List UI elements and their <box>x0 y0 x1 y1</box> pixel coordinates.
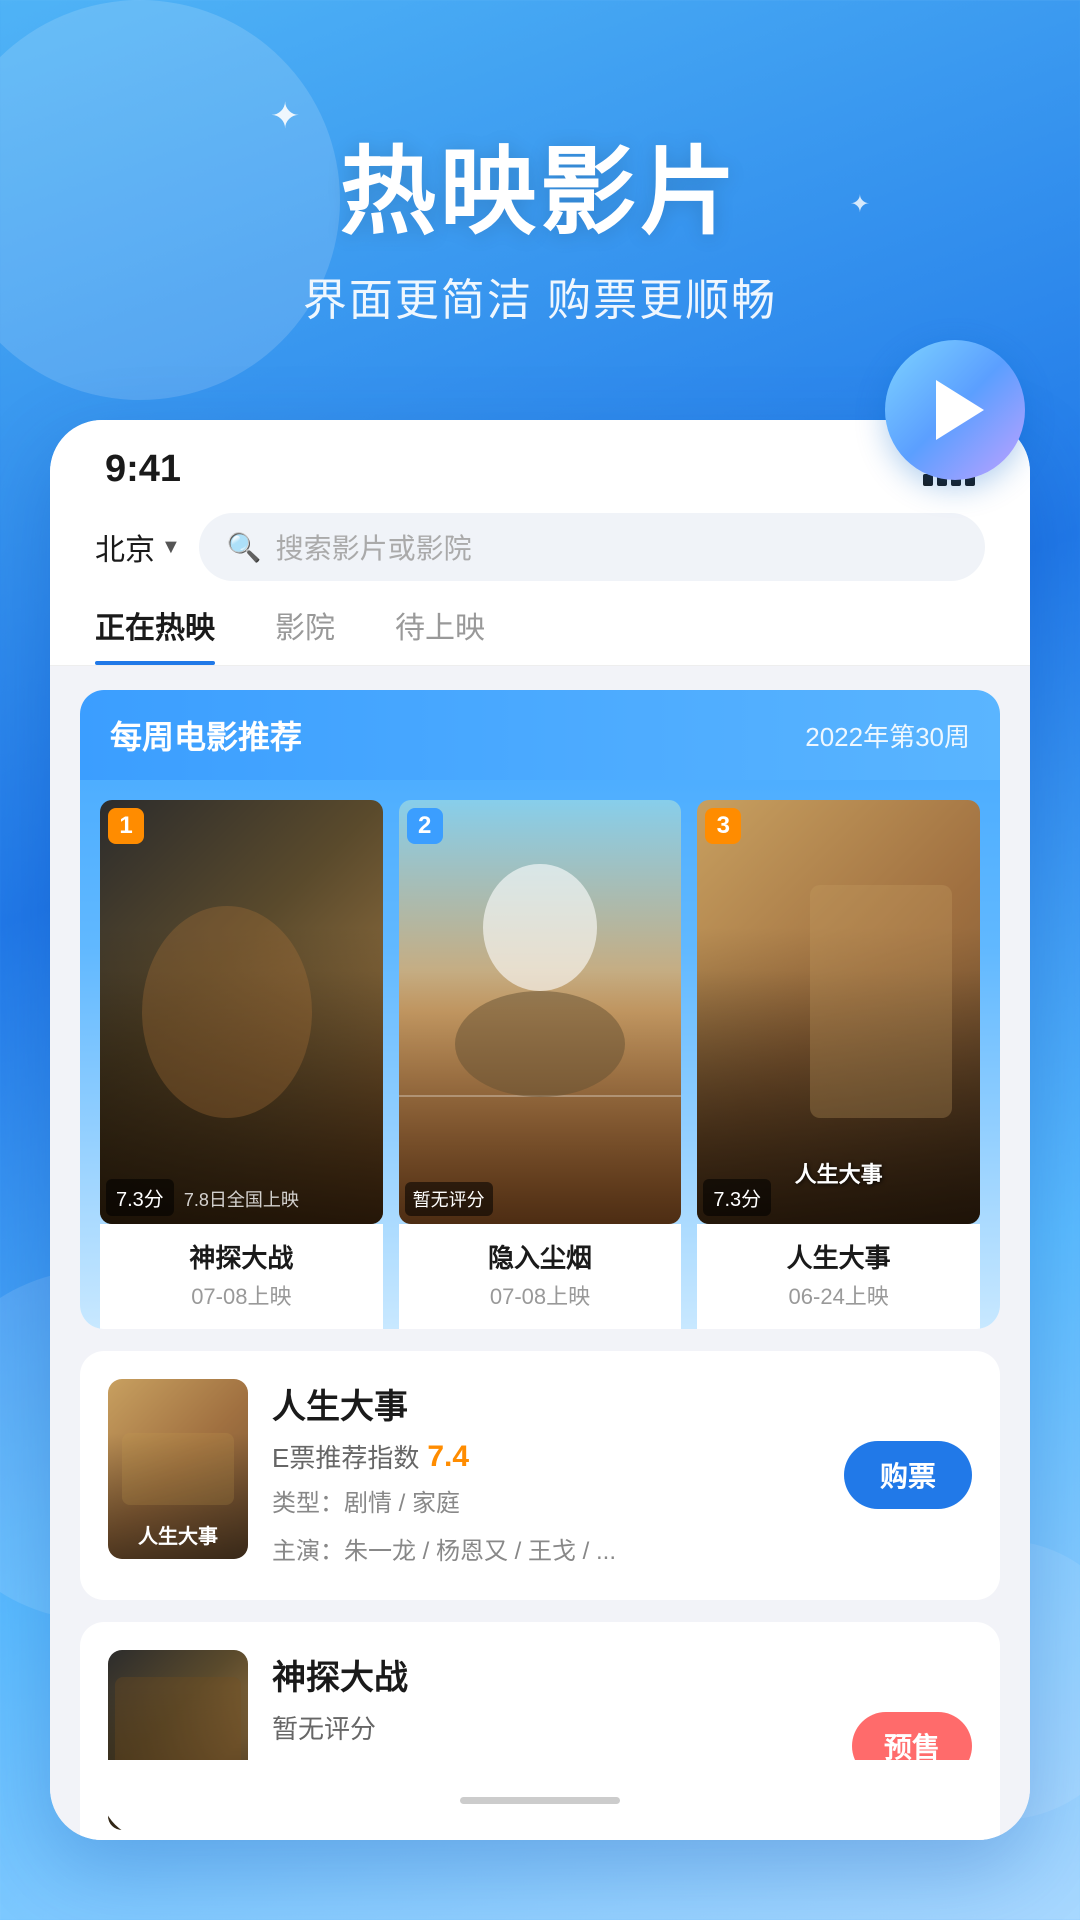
film-score-2: 暂无评分 <box>405 1182 493 1216</box>
play-button[interactable] <box>885 340 1025 480</box>
weekly-films-list: 1 7.3分 7.8日全国上映 神探大战 07-08上映 <box>80 780 1000 1329</box>
rank-badge-1: 1 <box>108 808 144 844</box>
movie-list-item-1: 人生大事 人生大事 E票推荐指数 7.4 类型：剧情 / 家庭 主演：朱一龙 /… <box>80 1351 1000 1600</box>
bottom-nav-area <box>100 1760 980 1840</box>
movie-rating-1: E票推荐指数 7.4 <box>272 1438 820 1475</box>
weekly-header: 每周电影推荐 2022年第30周 <box>80 690 1000 780</box>
film-poster-1: 1 7.3分 7.8日全国上映 <box>100 800 383 1224</box>
movie-action-1: 购票 <box>844 1379 972 1572</box>
sub-title: 界面更简洁 购票更顺畅 <box>0 264 1080 328</box>
search-placeholder: 搜索影片或影院 <box>276 527 472 567</box>
film-date-1: 07-08上映 <box>100 1279 383 1311</box>
status-bar: 9:41 <box>50 420 1030 503</box>
weekly-title: 每周电影推荐 <box>110 712 302 758</box>
movie-info-1: 人生大事 E票推荐指数 7.4 类型：剧情 / 家庭 主演：朱一龙 / 杨恩又 … <box>272 1379 820 1572</box>
movie-title-2: 神探大战 <box>272 1650 828 1699</box>
dropdown-arrow-icon: ▼ <box>161 536 181 559</box>
rating-score-1: 7.4 <box>427 1440 469 1474</box>
weekly-film-3[interactable]: 3 7.3分 人生大事 人生大事 06-24上映 <box>697 800 980 1329</box>
film-poster-date-1: 7.8日全国上映 <box>100 1186 383 1212</box>
home-indicator <box>460 1797 620 1804</box>
rating-label-1: E票推荐指数 <box>272 1438 419 1475</box>
movie-rating-2: 暂无评分 <box>272 1709 828 1746</box>
film-date-2: 07-08上映 <box>399 1279 682 1311</box>
rating-label-2: 暂无评分 <box>272 1709 376 1746</box>
movie-genre-1: 类型：剧情 / 家庭 <box>272 1485 820 1523</box>
buy-ticket-button-1[interactable]: 购票 <box>844 1441 972 1509</box>
weekly-film-1[interactable]: 1 7.3分 7.8日全国上映 神探大战 07-08上映 <box>100 800 383 1329</box>
rank-badge-3: 3 <box>705 808 741 844</box>
weekly-week: 2022年第30周 <box>805 717 970 754</box>
film-poster-3: 3 7.3分 人生大事 <box>697 800 980 1224</box>
status-time: 9:41 <box>105 448 181 491</box>
movie-title-1: 人生大事 <box>272 1379 820 1428</box>
film-info-2: 隐入尘烟 07-08上映 <box>399 1224 682 1329</box>
movie-thumbnail-1: 人生大事 <box>108 1379 248 1559</box>
film-name-2: 隐入尘烟 <box>399 1238 682 1275</box>
city-selector[interactable]: 北京 ▼ <box>95 525 181 569</box>
film-date-3: 06-24上映 <box>697 1279 980 1311</box>
film-name-1: 神探大战 <box>100 1238 383 1275</box>
phone-mockup: 9:41 北京 ▼ 🔍 搜索影片或影院 正在热映 影院 待上映 每周电影推荐 2… <box>50 420 1030 1840</box>
tab-upcoming[interactable]: 待上映 <box>395 603 485 665</box>
rank-badge-2: 2 <box>407 808 443 844</box>
search-icon: 🔍 <box>227 531 262 564</box>
weekly-card: 每周电影推荐 2022年第30周 1 7.3分 7.8日全国上映 <box>80 690 1000 1329</box>
search-box[interactable]: 🔍 搜索影片或影院 <box>199 513 985 581</box>
city-name: 北京 <box>95 525 155 569</box>
film-poster-2: 2 暂无评分 <box>399 800 682 1224</box>
film-info-1: 神探大战 07-08上映 <box>100 1224 383 1329</box>
film-poster-text-3: 人生大事 <box>697 1157 980 1189</box>
film-name-3: 人生大事 <box>697 1238 980 1275</box>
main-title: 热映影片 <box>0 140 1080 246</box>
tab-now-showing[interactable]: 正在热映 <box>95 603 215 665</box>
weekly-film-2[interactable]: 2 暂无评分 隐入尘烟 07-08上映 <box>399 800 682 1329</box>
film-info-3: 人生大事 06-24上映 <box>697 1224 980 1329</box>
sparkle-icon-right: ✦ <box>850 190 870 219</box>
tabs-row: 正在热映 影院 待上映 <box>50 603 1030 666</box>
movie-cast-1: 主演：朱一龙 / 杨恩又 / 王戈 / ... <box>272 1533 820 1571</box>
search-row: 北京 ▼ 🔍 搜索影片或影院 <box>50 503 1030 603</box>
header-area: ✦ ✦ 热映影片 界面更简洁 购票更顺畅 <box>0 0 1080 388</box>
sparkle-icon-top: ✦ <box>270 95 300 137</box>
tab-cinemas[interactable]: 影院 <box>275 603 335 665</box>
content-area: 每周电影推荐 2022年第30周 1 7.3分 7.8日全国上映 <box>50 666 1030 1840</box>
play-triangle-icon <box>936 380 984 440</box>
